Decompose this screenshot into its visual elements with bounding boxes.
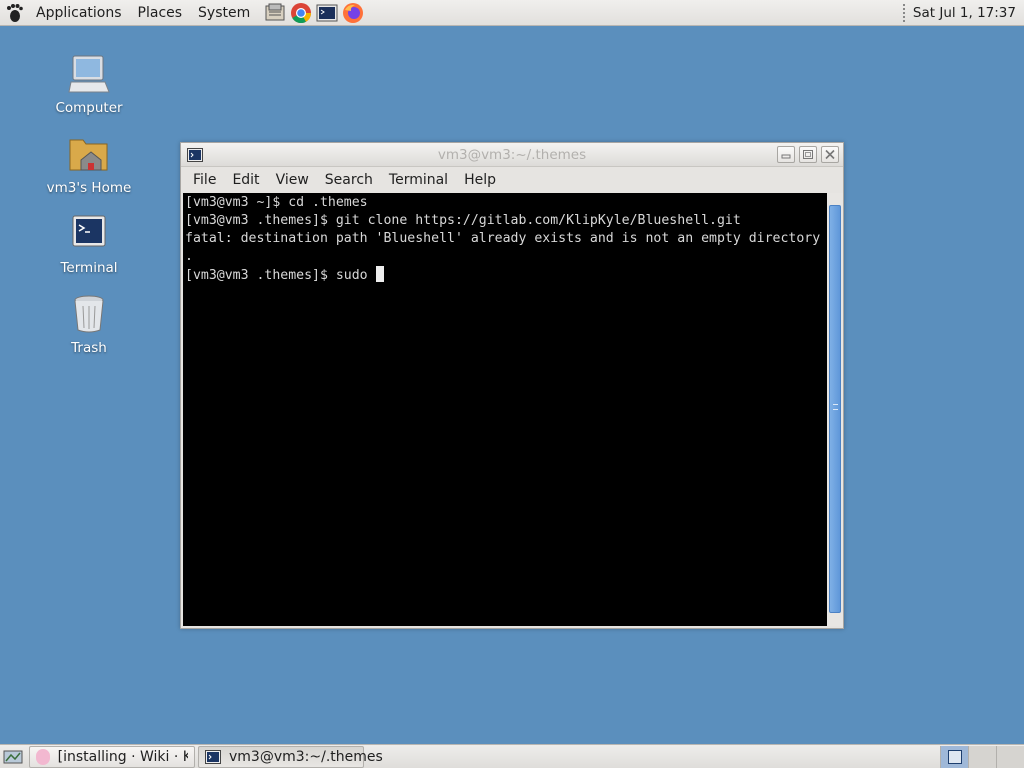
menu-file[interactable]: File	[185, 167, 224, 193]
files-icon[interactable]	[264, 2, 286, 24]
terminal-output[interactable]: [vm3@vm3 ~]$ cd .themes [vm3@vm3 .themes]…	[183, 193, 827, 626]
desktop-icon-label: Computer	[55, 100, 123, 116]
maximize-button[interactable]	[799, 146, 817, 163]
show-desktop-icon[interactable]	[0, 746, 26, 768]
menu-search[interactable]: Search	[317, 167, 381, 193]
taskbar-item-label: vm3@vm3:~/.themes	[229, 748, 383, 765]
menu-view[interactable]: View	[268, 167, 317, 193]
close-button[interactable]	[821, 146, 839, 163]
desktop-icon-trash[interactable]: Trash	[44, 292, 134, 356]
window-title: vm3@vm3:~/.themes	[437, 147, 587, 163]
gnome-foot-icon[interactable]	[0, 3, 30, 23]
terminal-icon	[67, 212, 111, 256]
system-menu[interactable]: System	[190, 0, 258, 26]
taskbar-item-label: [installing · Wiki · Ky...	[57, 748, 188, 765]
terminal-launcher-icon[interactable]	[316, 2, 338, 24]
trash-icon	[67, 292, 111, 336]
workspace-1[interactable]	[940, 746, 968, 768]
top-panel: Applications Places System Sat Jul 1, 17…	[0, 0, 1024, 26]
workspace-2[interactable]	[968, 746, 996, 768]
menu-edit[interactable]: Edit	[224, 167, 267, 193]
terminal-task-icon	[205, 749, 221, 764]
terminal-line: [vm3@vm3 .themes]$ git clone https://git…	[185, 213, 741, 228]
menu-help[interactable]: Help	[456, 167, 504, 193]
desktop-icon-terminal[interactable]: Terminal	[44, 212, 134, 276]
minimize-button[interactable]	[777, 146, 795, 163]
terminal-line: [vm3@vm3 ~]$ cd .themes	[185, 195, 368, 210]
browser-tab-icon	[36, 748, 50, 765]
desktop-icon-label: Trash	[71, 340, 107, 356]
menubar: File Edit View Search Terminal Help	[181, 167, 843, 193]
chrome-icon[interactable]	[290, 2, 312, 24]
workspace-switcher	[940, 745, 1024, 768]
computer-icon	[67, 52, 111, 96]
desktop-icon-computer[interactable]: Computer	[44, 52, 134, 116]
terminal-line: fatal: destination path 'Blueshell' alre…	[185, 231, 821, 246]
desktop-icon-label: vm3's Home	[46, 180, 132, 196]
workspace-window-thumb	[947, 750, 962, 764]
workspace-3[interactable]	[996, 746, 1024, 768]
terminal-line: [vm3@vm3 .themes]$ sudo	[185, 268, 376, 283]
home-folder-icon	[67, 132, 111, 176]
terminal-line: .	[185, 249, 193, 264]
menu-terminal[interactable]: Terminal	[381, 167, 456, 193]
clock[interactable]: Sat Jul 1, 17:37	[907, 5, 1024, 21]
thumb-grip	[833, 404, 838, 410]
desktop-icon-home[interactable]: vm3's Home	[44, 132, 134, 196]
window-titlebar[interactable]: vm3@vm3:~/.themes	[181, 143, 843, 167]
desktop-icon-label: Terminal	[60, 260, 118, 276]
terminal-window[interactable]: vm3@vm3:~/.themes File Edit View Search …	[180, 142, 844, 629]
scroll-up-arrow[interactable]	[827, 193, 843, 205]
text-cursor	[375, 266, 384, 282]
bottom-panel: [installing · Wiki · Ky... vm3@vm3:~/.th…	[0, 744, 1024, 768]
terminal-prompt-line: [vm3@vm3 .themes]$ sudo	[185, 266, 827, 285]
taskbar-item-browser[interactable]: [installing · Wiki · Ky...	[29, 745, 195, 768]
scrollbar-thumb[interactable]	[829, 205, 841, 613]
taskbar-item-terminal[interactable]: vm3@vm3:~/.themes	[198, 745, 383, 768]
applications-menu[interactable]: Applications	[30, 0, 130, 26]
vertical-scrollbar[interactable]	[827, 193, 843, 626]
places-menu[interactable]: Places	[130, 0, 191, 26]
firefox-icon[interactable]	[342, 2, 364, 24]
